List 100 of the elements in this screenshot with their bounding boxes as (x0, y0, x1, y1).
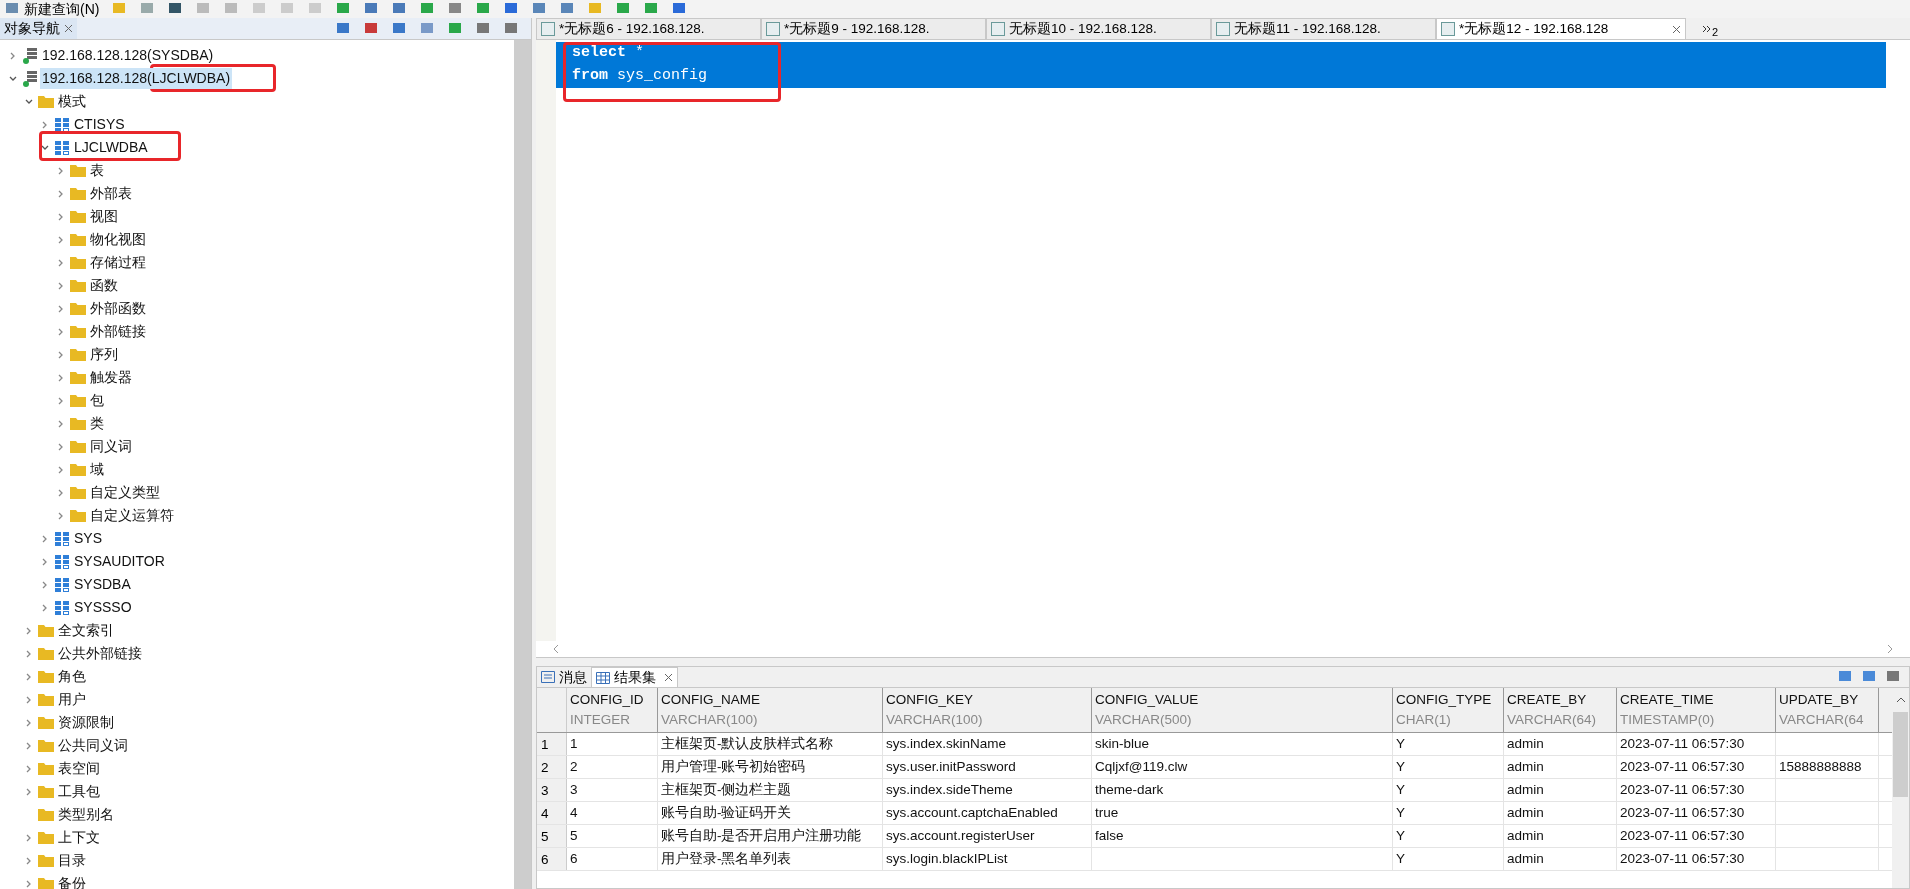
tree-item[interactable]: 备份 (56, 873, 88, 889)
tree-item[interactable]: 域 (88, 459, 106, 480)
close-icon[interactable] (64, 24, 73, 33)
tree-item[interactable]: CTISYS (72, 114, 127, 135)
tree-item[interactable]: 公共外部链接 (56, 643, 144, 664)
table-cell-text: Y (1396, 849, 1405, 868)
column-header[interactable]: UPDATE_BY VARCHAR(64 (1776, 688, 1879, 732)
tree-item[interactable]: 用户 (56, 689, 88, 710)
table-cell-text: admin (1507, 757, 1544, 776)
tree-item[interactable]: 序列 (88, 344, 120, 365)
tree-item[interactable]: 上下文 (56, 827, 102, 848)
tree-item[interactable]: SYS (72, 528, 104, 549)
tree-item[interactable]: 类 (88, 413, 106, 434)
table-cell-text: 1 (570, 734, 578, 753)
scrollbar-thumb[interactable] (1893, 712, 1908, 797)
table-cell-text: Y (1396, 803, 1405, 822)
tree-item[interactable]: 自定义类型 (88, 482, 162, 503)
tree-item[interactable]: 表 (88, 160, 106, 181)
grid-icon (596, 671, 610, 684)
tree-item[interactable]: 视图 (88, 206, 120, 227)
scroll-up-icon[interactable] (1895, 696, 1906, 704)
tree-item[interactable]: 资源限制 (56, 712, 116, 733)
table-cell-text: true (1095, 803, 1119, 822)
schema-icon (55, 531, 69, 546)
row-number: 1 (537, 733, 567, 755)
close-icon[interactable] (1672, 24, 1681, 34)
tree-item[interactable]: SYSAUDITOR (72, 551, 167, 572)
tree-item[interactable]: 公共同义词 (56, 735, 130, 756)
tree-item[interactable]: 触发器 (88, 367, 134, 388)
table-cell-text: sys.index.skinName (886, 734, 1007, 753)
tree-item[interactable]: 类型别名 (56, 804, 116, 825)
close-icon[interactable] (664, 673, 673, 682)
tree-item[interactable]: 包 (88, 390, 106, 411)
tree-item[interactable]: 目录 (56, 850, 88, 871)
tree-item[interactable]: SYSSSO (72, 597, 134, 618)
navigator-tab[interactable]: 对象导航 (0, 18, 77, 39)
new-query-button[interactable]: 新建查询(N) (24, 2, 100, 16)
table-cell-text: admin (1507, 803, 1544, 822)
table-cell-text: admin (1507, 849, 1544, 868)
tree-item[interactable]: 角色 (56, 666, 88, 687)
table-cell-text: Y (1396, 826, 1405, 845)
scroll-left-icon[interactable] (552, 644, 560, 654)
table-cell-text: Y (1396, 780, 1405, 799)
result-tab[interactable]: 消息 (537, 667, 591, 687)
table-cell-text: 2 (570, 757, 578, 776)
scrollbar[interactable] (514, 40, 531, 889)
editor-tab[interactable]: *无标题12 - 192.168.128 (1436, 18, 1686, 39)
row-number: 4 (537, 802, 567, 824)
tree-item[interactable]: 工具包 (56, 781, 102, 802)
tree-item[interactable]: 外部链接 (88, 321, 148, 342)
tree-item[interactable]: 存储过程 (88, 252, 148, 273)
table-cell-text: 2023-07-11 06:57:30 (1620, 780, 1745, 799)
tree-item[interactable]: 全文索引 (56, 620, 116, 641)
tree-item[interactable]: 同义词 (88, 436, 134, 457)
tree-item[interactable]: 物化视图 (88, 229, 148, 250)
tree-item[interactable]: LJCLWDBA (72, 137, 150, 158)
table-cell-text: 2023-07-11 06:57:30 (1620, 803, 1745, 822)
column-header[interactable]: CONFIG_ID INTEGER (567, 688, 658, 732)
tree-item[interactable]: 外部表 (88, 183, 134, 204)
tree-item[interactable]: 外部函数 (88, 298, 148, 319)
column-header[interactable]: CREATE_BY VARCHAR(64) (1504, 688, 1617, 732)
tree-item[interactable]: 函数 (88, 275, 120, 296)
editor-tab[interactable]: *无标题6 - 192.168.128. (536, 18, 761, 39)
result-tab[interactable]: 结果集 (591, 667, 678, 687)
database-server-icon (23, 70, 37, 87)
editor-tab[interactable]: *无标题9 - 192.168.128. (761, 18, 986, 39)
schema-icon (55, 554, 69, 569)
column-header[interactable]: CONFIG_TYPE CHAR(1) (1393, 688, 1504, 732)
tree-item[interactable]: 192.168.128.128(LJCLWDBA) (40, 68, 233, 89)
editor-tab[interactable]: 无标题11 - 192.168.128. (1211, 18, 1436, 39)
editor-tab[interactable]: 无标题10 - 192.168.128. (986, 18, 1211, 39)
tree-item[interactable]: 192.168.128.128(SYSDBA) (40, 45, 216, 66)
tree-item[interactable]: 模式 (56, 91, 88, 112)
table-cell-text: theme-dark (1095, 780, 1164, 799)
overflow-chevron-icon[interactable] (1702, 23, 1712, 34)
table-cell-text: 2023-07-11 06:57:30 (1620, 826, 1745, 845)
schema-icon (55, 577, 69, 592)
column-header[interactable]: CONFIG_VALUE VARCHAR(500) (1092, 688, 1393, 732)
table-cell-text: sys.index.sideTheme (886, 780, 1013, 799)
column-header[interactable]: CONFIG_NAME VARCHAR(100) (658, 688, 883, 732)
overflow-count[interactable]: 2 (1712, 24, 1719, 41)
code-line: select* (572, 43, 645, 64)
table-cell-text: 15888888888 (1779, 757, 1862, 776)
table-cell-text: admin (1507, 826, 1544, 845)
table-cell-text: 5 (570, 826, 578, 845)
tree-item[interactable]: 自定义运算符 (88, 505, 176, 526)
table-cell-text: sys.account.captchaEnabled (886, 803, 1058, 822)
tree-item[interactable]: SYSDBA (72, 574, 133, 595)
table-cell-text: 主框架页-默认皮肤样式名称 (661, 734, 834, 753)
scroll-right-icon[interactable] (1886, 644, 1894, 654)
schema-icon (55, 117, 69, 132)
column-header[interactable]: CREATE_TIME TIMESTAMP(0) (1617, 688, 1776, 732)
table-cell-text: 用户管理-账号初始密码 (661, 757, 806, 776)
column-header[interactable]: CONFIG_KEY VARCHAR(100) (883, 688, 1092, 732)
table-cell-text: 账号自助-验证码开关 (661, 803, 792, 822)
table-cell-text: 6 (570, 849, 578, 868)
code-line: from sys_config (572, 66, 708, 87)
message-icon (541, 671, 555, 683)
row-number: 6 (537, 848, 567, 870)
tree-item[interactable]: 表空间 (56, 758, 102, 779)
